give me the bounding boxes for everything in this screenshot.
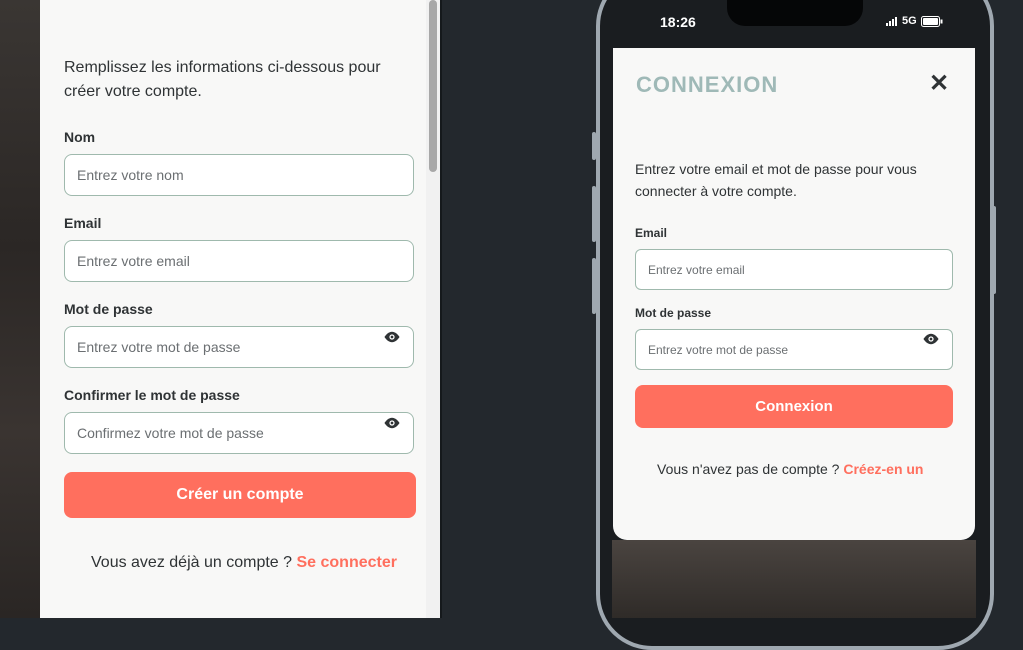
login-email-input[interactable]: Entrez votre email [635, 249, 953, 290]
email-label: Email [64, 215, 102, 231]
login-email-label: Email [635, 226, 668, 240]
confirm-password-label: Confirmer le mot de passe [64, 387, 240, 403]
confirm-password-input[interactable]: Confirmez votre mot de passe [64, 412, 414, 454]
phone-side-button [592, 186, 596, 242]
divider [440, 0, 442, 618]
status-icons: 5G [886, 15, 943, 27]
create-account-button[interactable]: Créer un compte [64, 472, 416, 518]
login-password-label: Mot de passe [635, 306, 712, 320]
phone-notch [727, 0, 863, 26]
modal-title: CONNEXION [636, 72, 779, 97]
eye-icon[interactable] [383, 329, 401, 345]
name-input[interactable]: Entrez votre nom [64, 154, 414, 196]
battery-icon [920, 15, 943, 27]
email-input[interactable]: Entrez votre email [64, 240, 414, 282]
phone-background-image [612, 540, 976, 618]
eye-icon[interactable] [922, 331, 940, 347]
signup-link[interactable]: Créez-en un [843, 461, 923, 477]
login-password-placeholder: Entrez votre mot de passe [648, 342, 789, 357]
phone-side-button [992, 206, 996, 294]
login-password-input[interactable]: Entrez votre mot de passe [635, 329, 953, 370]
close-icon[interactable]: ✕ [929, 72, 949, 96]
login-email-placeholder: Entrez votre email [648, 262, 745, 277]
name-label: Nom [64, 129, 96, 145]
signal-icon [886, 16, 897, 26]
login-modal: CONNEXION ✕ Entrez votre email et mot de… [613, 48, 975, 540]
signup-footer-text: Vous avez déjà un compte ? [91, 554, 293, 571]
email-input-placeholder: Entrez votre email [77, 253, 190, 269]
eye-icon[interactable] [383, 415, 401, 431]
login-button[interactable]: Connexion [635, 385, 953, 428]
phone-side-button [592, 258, 596, 314]
password-label: Mot de passe [64, 301, 153, 317]
login-intro-text: Entrez votre email et mot de passe pour … [635, 161, 917, 199]
signup-form-panel: Remplissez les informations ci-dessous p… [40, 0, 426, 618]
confirm-password-placeholder: Confirmez votre mot de passe [77, 425, 264, 441]
network-label: 5G [902, 15, 917, 27]
signup-intro-text: Remplissez les informations ci-dessous p… [64, 59, 381, 100]
signup-footer: Vous avez déjà un compte ? Se connecter [91, 554, 397, 572]
phone-side-button [592, 132, 596, 160]
background-image [0, 0, 40, 618]
login-link[interactable]: Se connecter [296, 554, 396, 571]
name-input-placeholder: Entrez votre nom [77, 167, 184, 183]
password-input-placeholder: Entrez votre mot de passe [77, 339, 241, 355]
scrollbar-thumb[interactable] [429, 0, 437, 172]
status-time: 18:26 [660, 14, 696, 30]
login-footer-text: Vous n'avez pas de compte ? [657, 461, 840, 477]
scrollbar[interactable] [426, 0, 440, 618]
password-input[interactable]: Entrez votre mot de passe [64, 326, 414, 368]
login-footer: Vous n'avez pas de compte ? Créez-en un [657, 461, 923, 477]
